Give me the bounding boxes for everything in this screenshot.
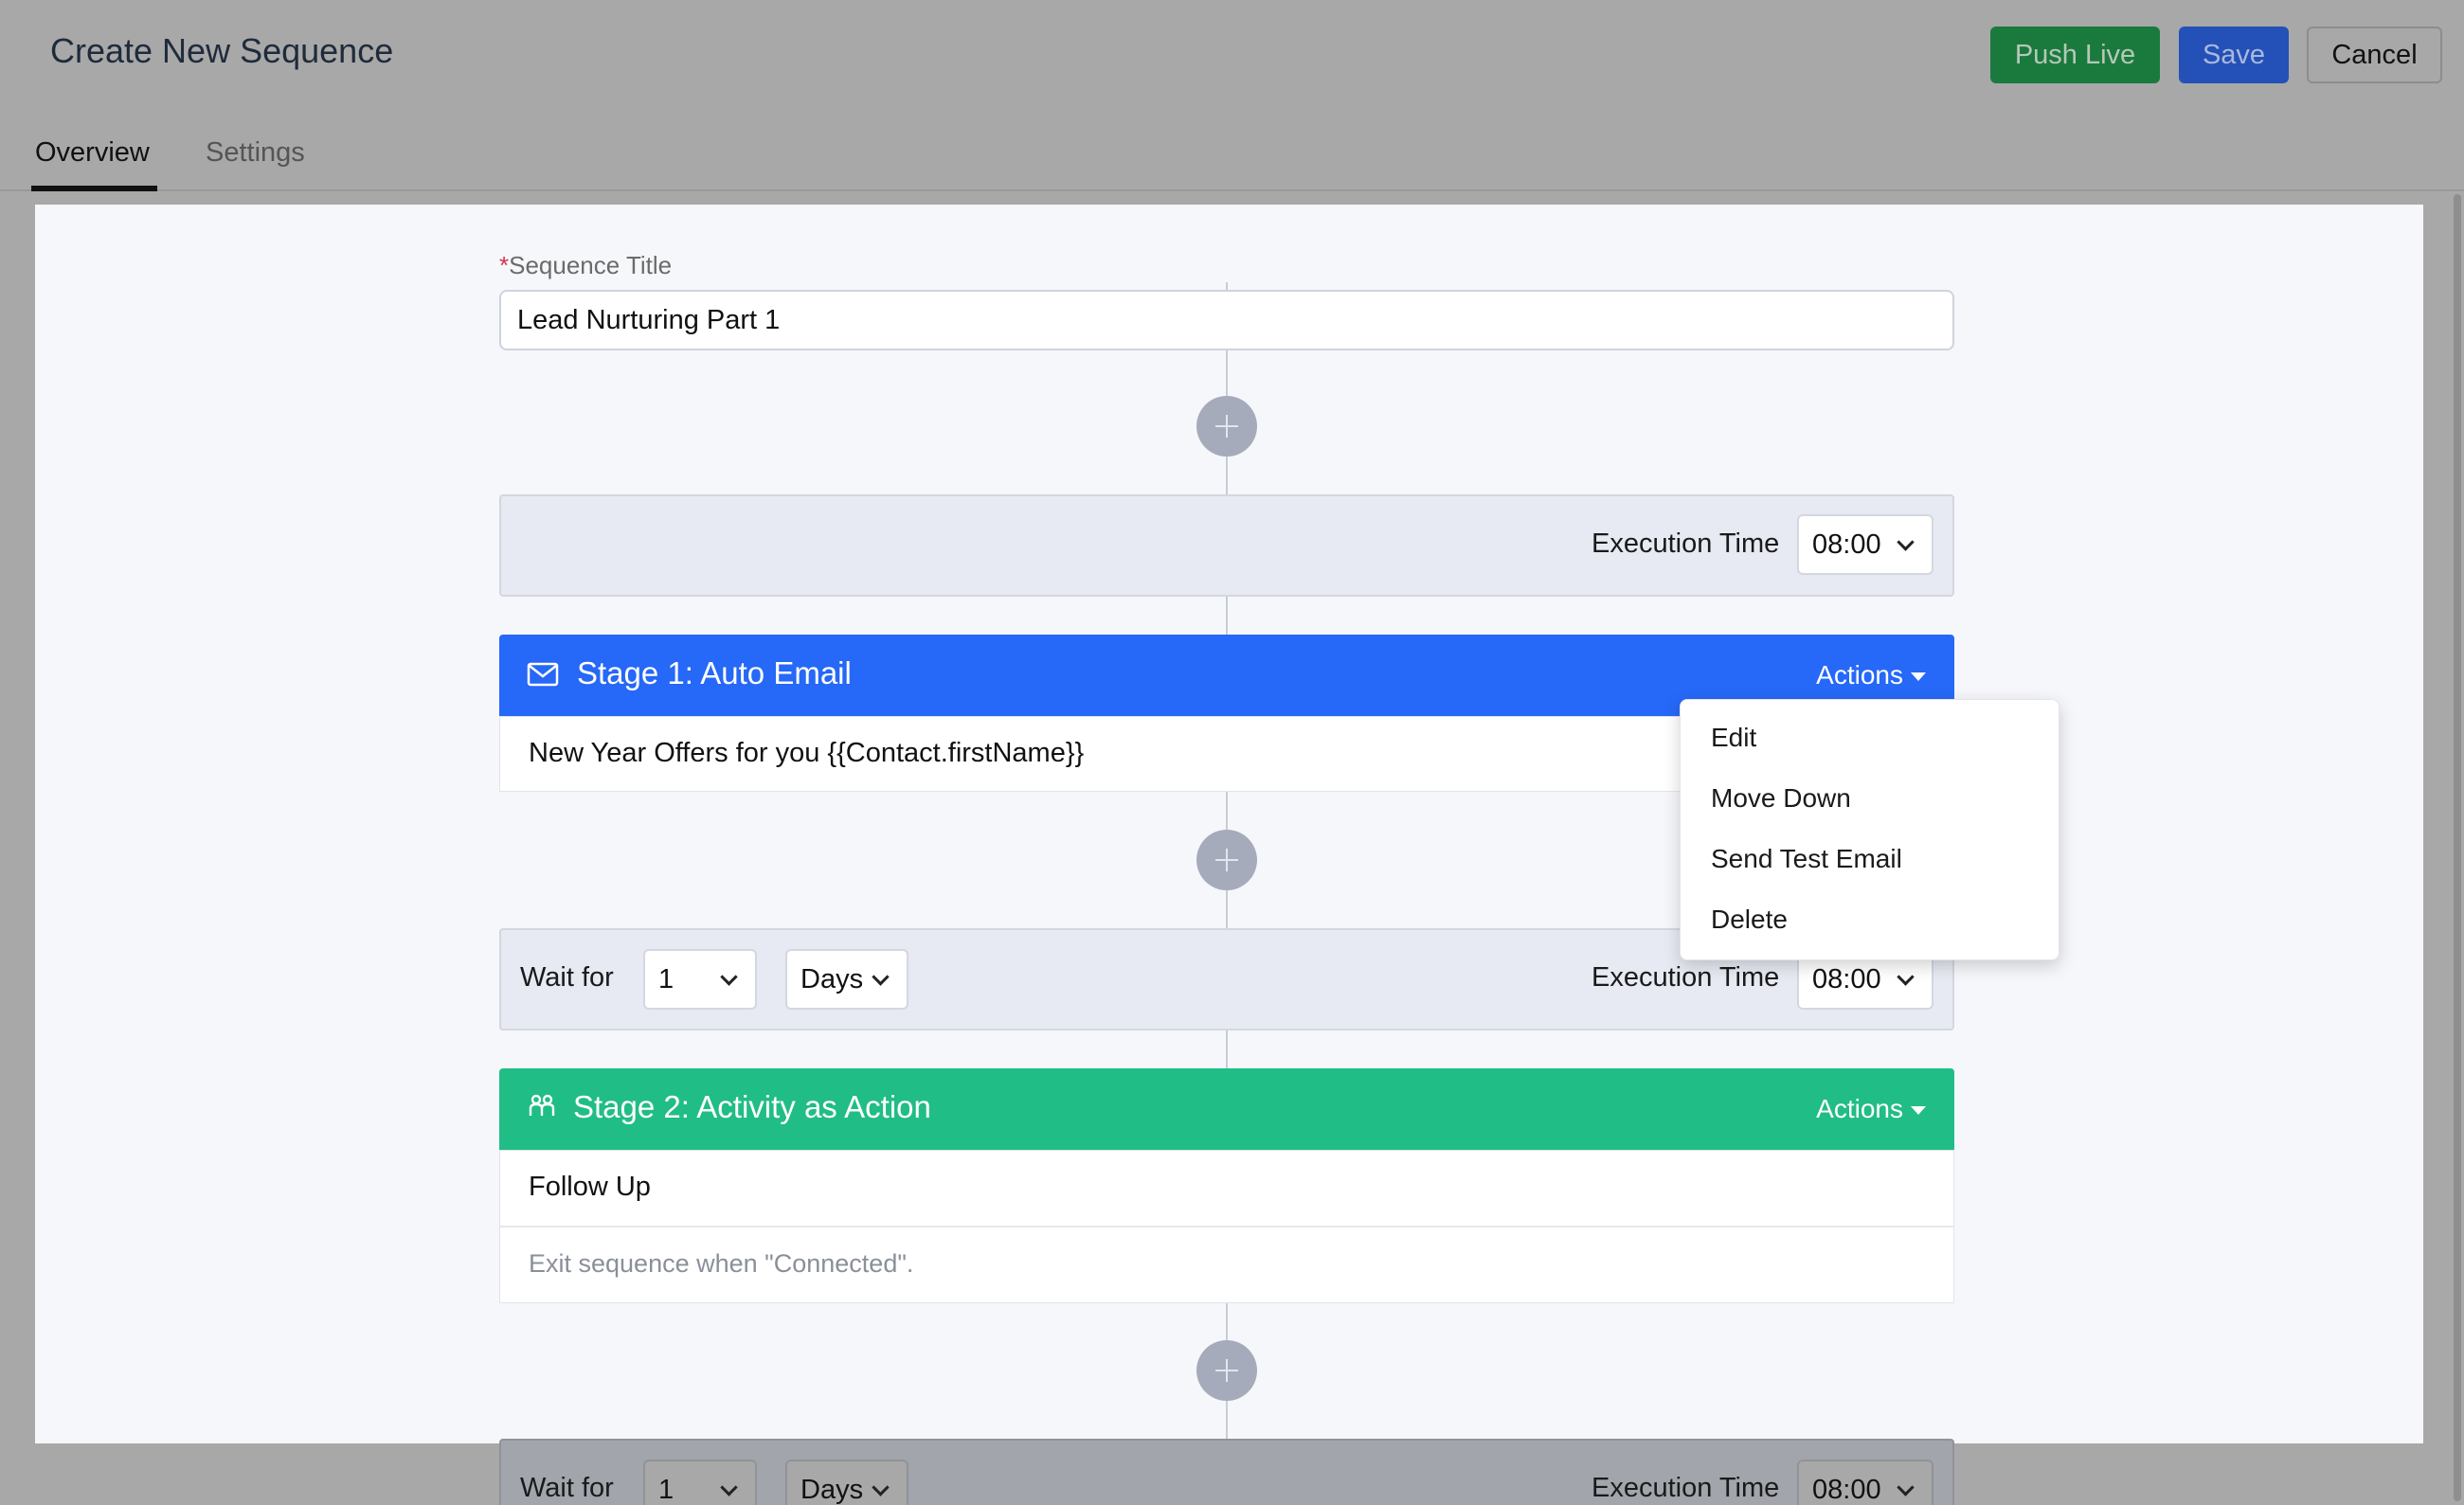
add-step-button[interactable] [1196,1340,1257,1401]
execution-time-label: Execution Time [1592,529,1780,559]
chevron-down-icon [872,968,890,986]
stage-1-actions-button[interactable]: Actions [1816,660,1926,690]
chevron-down-icon [872,1478,890,1496]
tab-overview[interactable]: Overview [35,137,150,169]
save-button[interactable]: Save [2179,27,2289,83]
activity-icon [527,1091,557,1126]
chevron-down-icon [720,968,738,986]
stage-2-body[interactable]: Follow Up Exit sequence when "Connected"… [499,1150,1954,1303]
stage-1-title: Stage 1: Auto Email [577,655,852,690]
stage-2-exit-note: Exit sequence when "Connected". [529,1249,914,1278]
stage-2-activity: Follow Up [529,1172,651,1202]
sequence-title-label: *Sequence Title [499,251,673,279]
flow-connector-line [1226,282,1228,1505]
actions-dropdown-menu: Edit Move Down Send Test Email Delete [1680,699,2059,960]
tab-settings[interactable]: Settings [206,137,305,169]
stage-2-header: Stage 2: Activity as Action Actions [499,1068,1954,1150]
chevron-down-icon [720,1478,738,1496]
chevron-down-icon [1897,968,1915,986]
stage-2-title: Stage 2: Activity as Action [573,1089,931,1124]
wait-for-label: Wait for [520,962,614,993]
caret-down-icon [1911,672,1926,682]
required-mark: * [499,251,510,279]
menu-item-delete[interactable]: Delete [1711,905,1788,935]
header-bar: Create New Sequence Push Live Save Cance… [0,0,2464,191]
scrollbar[interactable] [2454,194,2461,1501]
caret-down-icon [1911,1106,1926,1116]
stage-2-actions-button[interactable]: Actions [1816,1094,1926,1124]
chevron-down-icon [1897,533,1915,551]
execution-time-select[interactable]: 08:00 [1797,1460,1933,1505]
active-tab-indicator [31,186,157,191]
envelope-icon [527,662,559,691]
cancel-button[interactable]: Cancel [2307,27,2442,83]
execution-time-select[interactable]: 08:00 [1797,514,1933,575]
execution-time-label: Execution Time [1592,1473,1780,1503]
chevron-down-icon [1897,1478,1915,1496]
wait-unit-select[interactable]: Days [785,1460,908,1505]
menu-item-edit[interactable]: Edit [1711,723,1756,753]
add-step-button[interactable] [1196,830,1257,890]
add-step-button[interactable] [1196,396,1257,457]
divider [500,1226,1953,1227]
execution-time-label: Execution Time [1592,962,1780,993]
page-title: Create New Sequence [50,31,394,70]
wait-count-select[interactable]: 1 [643,1460,757,1505]
stage-1-subject: New Year Offers for you {{Contact.firstN… [529,738,1085,768]
wait-for-label: Wait for [520,1473,614,1503]
sequence-title-input[interactable]: Lead Nurturing Part 1 [499,290,1954,350]
menu-item-send-test-email[interactable]: Send Test Email [1711,844,1902,874]
wait-count-select[interactable]: 1 [643,949,757,1010]
menu-item-move-down[interactable]: Move Down [1711,783,1851,814]
push-live-button[interactable]: Push Live [1990,27,2160,83]
wait-unit-select[interactable]: Days [785,949,908,1010]
